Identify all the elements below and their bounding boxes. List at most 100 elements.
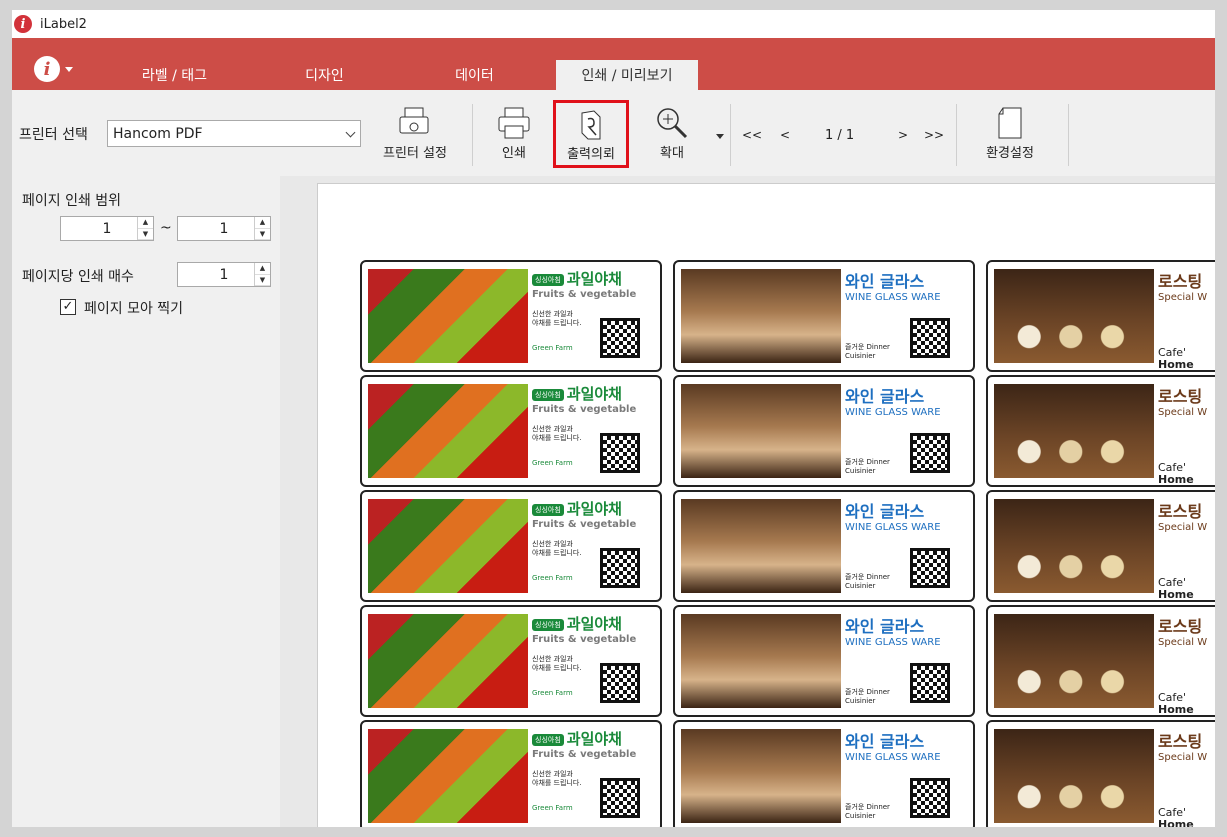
label-title: 와인 글라스 (845, 732, 925, 751)
label-text: 로스팅 Special W Cafe' Home (1158, 268, 1207, 371)
label-subtitle: WINE GLASS WARE (845, 637, 941, 648)
label-photo (994, 729, 1154, 823)
app-window: i iLabel2 i 라벨 / 태그 디자인 데이터 인쇄 / 미리보기 프린… (12, 10, 1215, 827)
app-menu-logo-icon: i (34, 56, 60, 82)
label-photo (681, 269, 841, 363)
range-to-value: 1 (219, 220, 229, 237)
label-line2: Home (1158, 703, 1194, 716)
window-title: iLabel2 (40, 16, 87, 32)
last-page-button[interactable]: >> (924, 128, 944, 142)
print-label: 인쇄 (502, 146, 526, 161)
toolbar-divider (730, 104, 731, 166)
tab-data[interactable]: 데이터 (417, 60, 532, 90)
output-request-button[interactable]: 출력의뢰 (553, 100, 629, 168)
zoom-button[interactable]: 확대 (642, 106, 702, 164)
copies-label: 페이지당 인쇄 매수 (22, 269, 134, 285)
printer-select[interactable]: Hancom PDF (107, 120, 361, 147)
prev-page-button[interactable]: < (780, 128, 790, 142)
printer-settings-icon (399, 107, 429, 134)
label-photo (368, 269, 528, 363)
app-menu-button[interactable]: i (34, 56, 73, 82)
label-badge: 싱싱아침 (532, 504, 564, 516)
print-button[interactable]: 인쇄 (488, 106, 540, 164)
label-subtitle: WINE GLASS WARE (845, 292, 941, 303)
zoom-dropdown-icon[interactable] (716, 134, 724, 139)
spinner-down-icon[interactable]: ▼ (138, 229, 153, 240)
spinner-arrows[interactable]: ▲ ▼ (137, 217, 153, 240)
label-cafe: 로스팅 Special W Cafe' Home (986, 605, 1215, 717)
qr-code-icon (910, 778, 950, 818)
spinner-up-icon[interactable]: ▲ (138, 217, 153, 229)
range-from-spinner[interactable]: 1 ▲ ▼ (60, 216, 154, 241)
tab-design[interactable]: 디자인 (267, 60, 382, 90)
label-title: 과일야채 (566, 730, 622, 748)
label-line2: Home (1158, 818, 1194, 828)
zoom-label: 확대 (660, 146, 684, 161)
label-photo (368, 499, 528, 593)
label-subtitle: Fruits & vegetable (532, 404, 637, 415)
label-photo (994, 384, 1154, 478)
printer-select-label: 프린터 선택 (19, 127, 88, 143)
preview-page[interactable]: 싱싱아침 과일야채 Fruits & vegetable 신선한 과일과 야채를 드립니… (317, 183, 1215, 827)
label-title: 와인 글라스 (845, 387, 925, 406)
label-wine: 와인 글라스 WINE GLASS WARE 즐거운 Dinner Cuisinier (673, 260, 975, 372)
label-badge: 싱싱아침 (532, 734, 564, 746)
spinner-down-icon[interactable]: ▼ (255, 275, 270, 286)
range-separator: ~ (160, 220, 172, 236)
label-subtitle: WINE GLASS WARE (845, 522, 941, 533)
next-page-button[interactable]: > (898, 128, 908, 142)
toolbar: 프린터 선택 Hancom PDF 프린터 설정 인쇄 출력의뢰 확대 << <… (12, 90, 1215, 176)
qr-code-icon (600, 778, 640, 818)
print-range-label: 페이지 인쇄 범위 (22, 193, 122, 209)
printer-select-value: Hancom PDF (113, 125, 203, 142)
output-request-icon (581, 110, 601, 140)
label-line2: Home (1158, 588, 1194, 601)
title-bar: i iLabel2 (12, 10, 1215, 38)
spinner-arrows[interactable]: ▲ ▼ (254, 217, 270, 240)
label-fruit: 싱싱아침 과일야채 Fruits & vegetable 신선한 과일과 야채를 드립니… (360, 375, 662, 487)
label-subtitle: Fruits & vegetable (532, 519, 637, 530)
tab-print-preview[interactable]: 인쇄 / 미리보기 (556, 60, 698, 90)
chevron-down-icon (65, 66, 73, 72)
toolbar-divider (956, 104, 957, 166)
label-photo (681, 614, 841, 708)
label-wine: 와인 글라스 WINE GLASS WARE 즐거운 Dinner Cuisinier (673, 605, 975, 717)
label-subtitle: Fruits & vegetable (532, 749, 637, 760)
collate-checkbox[interactable]: ✓ (60, 299, 76, 315)
spinner-up-icon[interactable]: ▲ (255, 263, 270, 275)
label-badge: 싱싱아침 (532, 389, 564, 401)
print-options-panel: 페이지 인쇄 범위 1 ▲ ▼ ~ 1 ▲ ▼ 페이지당 인쇄 매수 1 ▲ ▼ ✓ … (12, 176, 280, 827)
tab-label-tag[interactable]: 라벨 / 태그 (112, 60, 237, 90)
label-line2: Home (1158, 473, 1194, 486)
range-to-spinner[interactable]: 1 ▲ ▼ (177, 216, 271, 241)
settings-button[interactable]: 환경설정 (975, 106, 1045, 164)
label-fruit: 싱싱아침 과일야채 Fruits & vegetable 신선한 과일과 야채를 드립니… (360, 605, 662, 717)
collate-label: 페이지 모아 찍기 (84, 301, 184, 317)
label-text: 로스팅 Special W Cafe' Home (1158, 383, 1207, 486)
label-subtitle: Special W (1158, 522, 1208, 533)
label-wine: 와인 글라스 WINE GLASS WARE 즐거운 Dinner Cuisinier (673, 375, 975, 487)
label-photo (994, 499, 1154, 593)
label-title: 과일야채 (566, 500, 622, 518)
app-logo-icon: i (14, 15, 32, 33)
label-title: 과일야채 (566, 385, 622, 403)
label-line2: Home (1158, 358, 1194, 371)
label-photo (368, 384, 528, 478)
copies-spinner[interactable]: 1 ▲ ▼ (177, 262, 271, 287)
settings-label: 환경설정 (986, 146, 1034, 161)
ribbon-bar: i 라벨 / 태그 디자인 데이터 인쇄 / 미리보기 (12, 38, 1215, 90)
printer-setup-button[interactable]: 프린터 설정 (370, 106, 460, 164)
label-subtitle: Fruits & vegetable (532, 634, 637, 645)
spinner-down-icon[interactable]: ▼ (255, 229, 270, 240)
label-title: 과일야채 (566, 270, 622, 288)
zoom-in-icon (657, 108, 688, 139)
label-subtitle: Special W (1158, 637, 1208, 648)
label-cafe: 로스팅 Special W Cafe' Home (986, 490, 1215, 602)
spinner-arrows[interactable]: ▲ ▼ (254, 263, 270, 286)
label-photo (681, 499, 841, 593)
label-subtitle: Special W (1158, 752, 1208, 763)
qr-code-icon (600, 433, 640, 473)
label-photo (994, 269, 1154, 363)
first-page-button[interactable]: << (742, 128, 762, 142)
spinner-up-icon[interactable]: ▲ (255, 217, 270, 229)
